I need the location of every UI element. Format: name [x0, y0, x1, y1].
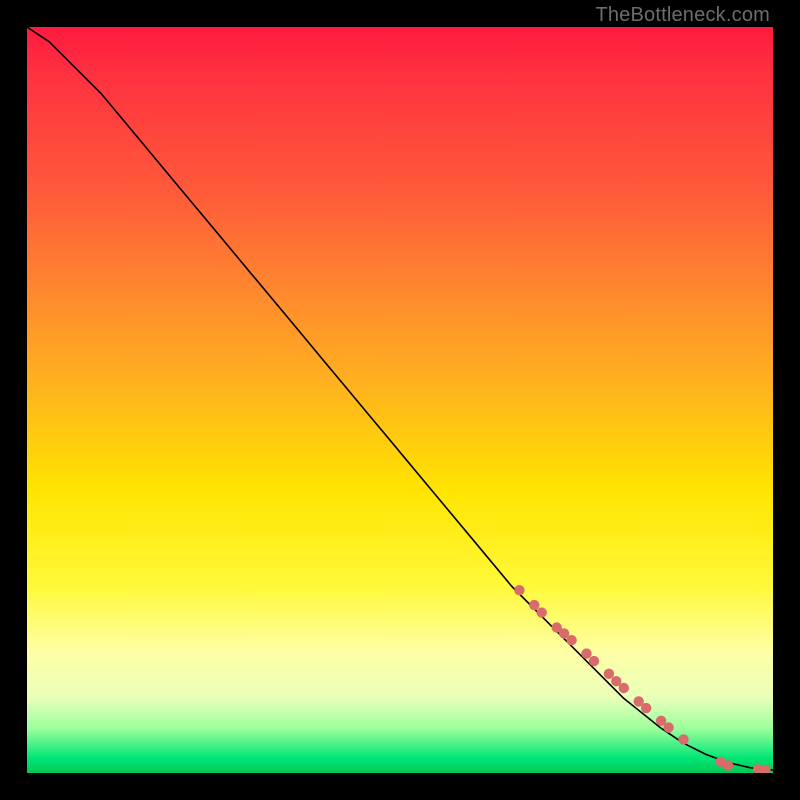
- watermark-text: TheBottleneck.com: [595, 4, 770, 27]
- marker-dot: [529, 600, 539, 610]
- chart-overlay: [27, 27, 773, 773]
- marker-dot: [723, 760, 733, 770]
- plot-area: [27, 27, 773, 773]
- marker-dot: [537, 607, 547, 617]
- marker-dot: [641, 703, 651, 713]
- chart-frame: TheBottleneck.com: [0, 0, 800, 800]
- marker-dot: [514, 585, 524, 595]
- marker-group: [514, 585, 771, 773]
- curve-path: [27, 27, 773, 770]
- marker-dot: [589, 656, 599, 666]
- marker-dot: [663, 722, 673, 732]
- marker-dot: [678, 734, 688, 744]
- marker-dot: [619, 683, 629, 693]
- marker-dot: [604, 669, 614, 679]
- marker-dot: [581, 648, 591, 658]
- marker-dot: [566, 635, 576, 645]
